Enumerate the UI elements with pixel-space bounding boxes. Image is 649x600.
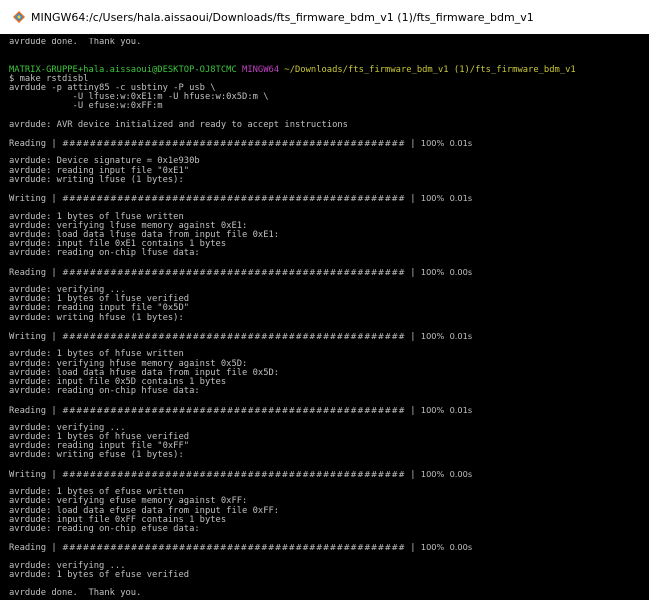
output-line: avrdude: reading on-chip lfuse data: — [9, 248, 200, 259]
output-line: avrdude done. Thank you. — [9, 38, 142, 47]
progress-bar: ########################################… — [61, 266, 405, 277]
output-line: avrdude: reading on-chip hfuse data: — [9, 386, 200, 397]
progress-bar: ########################################… — [61, 331, 405, 341]
progress-line: Writing | ##############################… — [9, 331, 473, 342]
progress-label: Writing — [9, 194, 47, 205]
progress-bar: ########################################… — [61, 193, 405, 204]
output-line: avrdude: reading on-chip efuse data: — [9, 523, 200, 534]
output-line: avrdude: AVR device initialized and read… — [9, 119, 348, 130]
output-line: avrdude done. Thank you. — [9, 588, 142, 599]
progress-bar: ########################################… — [61, 404, 405, 415]
progress-time: 0.01s — [449, 331, 473, 341]
progress-label: Writing — [9, 469, 47, 480]
progress-label: Reading — [9, 139, 47, 150]
terminal-output[interactable]: avrdude done. Thank you. MATRIX-GRUPPE+h… — [0, 38, 649, 600]
progress-line: Reading | ##############################… — [9, 542, 473, 554]
title-bar[interactable]: MINGW64:/c/Users/hala.aissaoui/Downloads… — [0, 0, 649, 34]
mingw-app-icon — [12, 10, 26, 24]
prompt-path: ~/Downloads/fts_firmware_bdm_v1 (1)/fts_… — [284, 64, 576, 75]
progress-time: 0.00s — [449, 266, 473, 277]
window-title: MINGW64:/c/Users/hala.aissaoui/Downloads… — [31, 10, 534, 24]
shell-prompt-line: MATRIX-GRUPPE+hala.aissaoui@DESKTOP-OJ8T… — [9, 64, 649, 75]
progress-bar: ########################################… — [61, 542, 405, 553]
progress-percent: 100% — [420, 266, 445, 277]
progress-line: Writing | ##############################… — [9, 193, 473, 205]
progress-percent: 100% — [420, 542, 445, 553]
output-line: avrdude: writing lfuse (1 bytes): — [9, 174, 184, 185]
progress-percent: 100% — [420, 193, 445, 204]
progress-line: Reading | ##############################… — [9, 404, 473, 416]
progress-label: Reading — [9, 405, 47, 416]
progress-bar: ########################################… — [61, 138, 405, 149]
progress-label: Reading — [9, 543, 47, 554]
progress-bar: ########################################… — [61, 468, 405, 479]
progress-line: Reading | ##############################… — [9, 138, 473, 150]
progress-line: Writing | ##############################… — [9, 468, 473, 480]
progress-time: 0.01s — [449, 193, 473, 204]
output-line: avrdude: writing hfuse (1 bytes): — [9, 312, 184, 323]
progress-percent: 100% — [420, 138, 445, 149]
progress-label: Reading — [9, 267, 47, 278]
progress-time: 0.01s — [449, 404, 473, 415]
progress-percent: 100% — [420, 468, 445, 479]
output-line: -U efuse:w:0xFF:m — [9, 101, 163, 112]
progress-time: 0.00s — [449, 468, 473, 479]
output-line: avrdude: writing efuse (1 bytes): — [9, 450, 184, 461]
prompt-shell: MINGW64 — [242, 64, 280, 75]
progress-percent: 100% — [420, 404, 445, 415]
progress-label: Writing — [9, 332, 47, 342]
progress-time: 0.00s — [449, 542, 473, 553]
output-line: avrdude: 1 bytes of efuse verified — [9, 569, 190, 580]
progress-time: 0.01s — [449, 138, 473, 149]
progress-percent: 100% — [420, 331, 445, 341]
terminal-window: MINGW64:/c/Users/hala.aissaoui/Downloads… — [0, 0, 649, 600]
progress-line: Reading | ##############################… — [9, 266, 473, 278]
